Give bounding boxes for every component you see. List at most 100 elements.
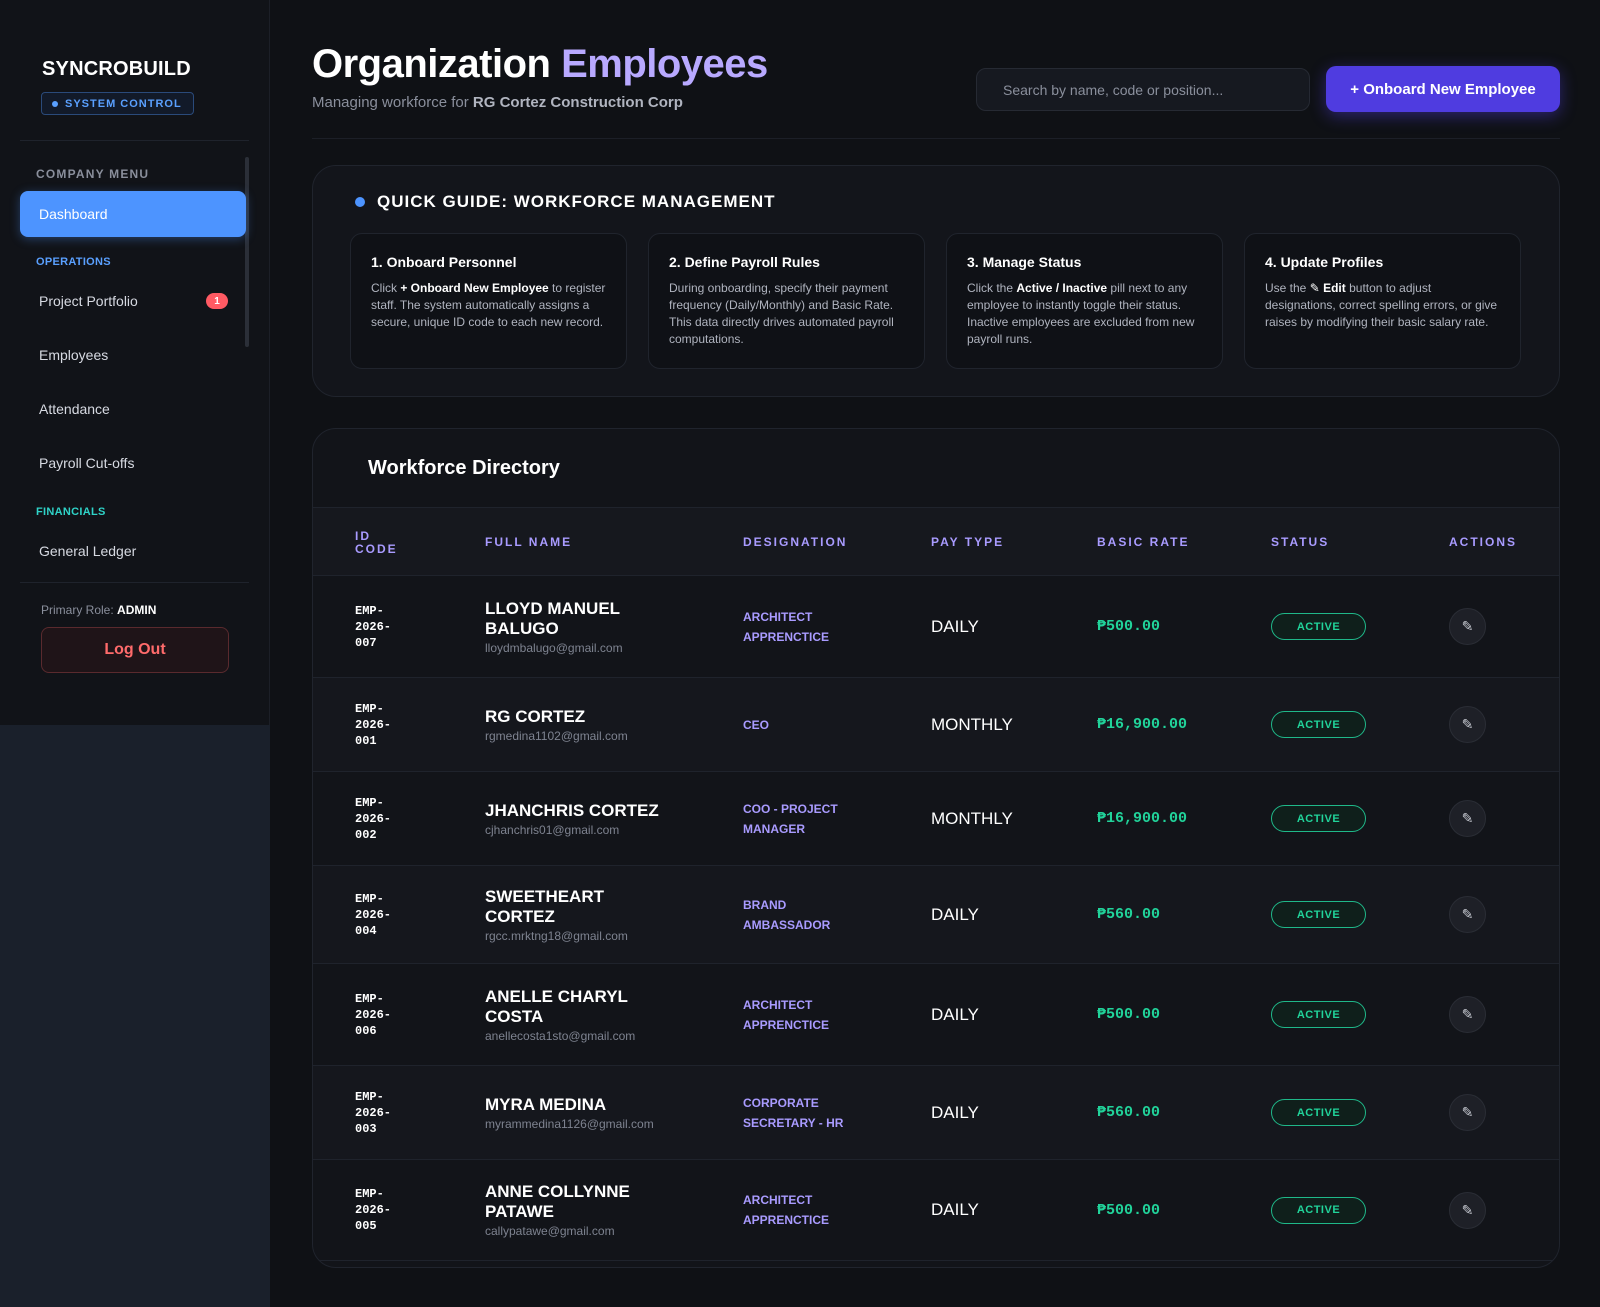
basic-rate-cell: ₱16,900.00 [1097, 716, 1188, 733]
guide-card-onboard: 1. Onboard Personnel Click + Onboard New… [350, 233, 627, 369]
id-code-line: EMP- [355, 1187, 384, 1201]
employee-name-line: LLOYD MANUEL [485, 598, 621, 618]
employee-name-line: ANELLE CHARYL [485, 986, 628, 1006]
edit-button[interactable]: ✎ [1449, 1191, 1486, 1229]
pay-type-cell: DAILY [931, 1200, 979, 1219]
table-row: EMP- 2026- 004 SWEETHEART CORTEZ rgcc.mrktn… [313, 866, 1559, 964]
edit-button[interactable]: ✎ [1449, 996, 1486, 1033]
search-input[interactable] [976, 68, 1310, 111]
id-code-line: EMP- [355, 701, 384, 716]
table-row: EMP- 2026- 007 LLOYD MANUEL BALUGO lloydmba… [313, 576, 1559, 678]
section-label-operations: OPERATIONS [36, 256, 111, 268]
sidebar-item-label: Employees [39, 347, 109, 363]
designation-cell: CEO [743, 678, 873, 771]
guide-card-payroll: 2. Define Payroll Rules During onboardin… [648, 233, 925, 369]
basic-rate-cell: ₱500.00 [1097, 1006, 1161, 1023]
employee-name-line: COSTA [485, 1006, 544, 1026]
column-header-basic-rate: BASIC RATE [1097, 535, 1190, 549]
id-code-cell: EMP- 2026- 006 [355, 964, 445, 1065]
employee-name-line: JHANCHRIS CORTEZ [485, 800, 659, 820]
guide-card-text: Click + Onboard New Employee to register… [371, 280, 606, 331]
actions-cell: ✎ [1449, 772, 1489, 865]
guide-text-bold: + Onboard New Employee [400, 281, 549, 295]
edit-button[interactable]: ✎ [1449, 608, 1486, 645]
table-header: ID CODE FULL NAME DESIGNATION PAY TYPE B… [313, 507, 1559, 576]
employee-name: RG CORTEZ [485, 707, 695, 727]
status-toggle-pill[interactable]: ACTIVE [1271, 1099, 1366, 1126]
logout-button[interactable]: Log Out [41, 627, 229, 673]
guide-text-bold: ✎ Edit [1309, 281, 1346, 295]
edit-button[interactable]: ✎ [1449, 800, 1486, 837]
basic-rate-cell: ₱560.00 [1097, 906, 1161, 923]
section-label-financials: FINANCIALS [36, 506, 106, 518]
designation-line: AMBASSADOR [743, 917, 831, 932]
notification-badge: 1 [206, 293, 228, 309]
sidebar-item-attendance[interactable]: Attendance [20, 386, 246, 432]
sidebar-lower-area [0, 725, 270, 1307]
status-cell: ACTIVE [1271, 964, 1371, 1065]
app-root: SYNCROBUILD SYSTEM CONTROL COMPANY MENU … [0, 0, 1600, 1307]
edit-button[interactable]: ✎ [1449, 896, 1486, 933]
edit-button[interactable]: ✎ [1449, 1094, 1486, 1131]
sidebar-item-employees[interactable]: Employees [20, 332, 246, 378]
name-cell: MYRA MEDINA myrammedina1126@gmail.com [485, 1066, 695, 1159]
employee-email: myrammedina1126@gmail.com [485, 1116, 654, 1131]
sidebar-item-general-ledger[interactable]: General Ledger [20, 528, 246, 574]
id-code-line: 006 [355, 1023, 377, 1038]
id-code-line: EMP- [355, 991, 384, 1006]
employee-name: SWEETHEART CORTEZ [485, 887, 695, 927]
status-toggle-pill[interactable]: ACTIVE [1271, 901, 1366, 928]
employee-name: JHANCHRIS CORTEZ [485, 801, 695, 821]
status-toggle-pill[interactable]: ACTIVE [1271, 1196, 1366, 1224]
pencil-icon: ✎ [1461, 618, 1474, 634]
employee-email: cjhanchris01@gmail.com [485, 822, 620, 837]
guide-text-bold: Active / Inactive [1016, 281, 1108, 295]
column-header-designation: DESIGNATION [743, 535, 848, 549]
onboard-employee-button[interactable]: + Onboard New Employee [1326, 66, 1560, 112]
company-menu-title: COMPANY MENU [36, 167, 150, 181]
employee-email: callypatawe@gmail.com [485, 1224, 615, 1238]
column-header-pay-type: PAY TYPE [931, 535, 1005, 549]
edit-button[interactable]: ✎ [1449, 706, 1486, 743]
guide-text: Click the [967, 281, 1017, 295]
employee-email: rgcc.mrktng18@gmail.com [485, 928, 628, 943]
employee-email: lloydmbalugo@gmail.com [485, 640, 623, 655]
guide-card-status: 3. Manage Status Click the Active / Inac… [946, 233, 1223, 369]
designation-line: ARCHITECT [743, 1193, 813, 1207]
sidebar-item-payroll-cutoffs[interactable]: Payroll Cut-offs [20, 440, 246, 486]
column-header-name: FULL NAME [485, 535, 573, 549]
status-toggle-pill[interactable]: ACTIVE [1271, 613, 1366, 640]
status-cell: ACTIVE [1271, 576, 1371, 677]
id-code-line: 005 [355, 1219, 377, 1233]
employee-name-line: BALUGO [485, 618, 559, 638]
pencil-icon: ✎ [1461, 906, 1474, 922]
actions-cell: ✎ [1449, 1160, 1489, 1260]
table-row: EMP- 2026- 001 RG CORTEZ rgmedina1102@gmai… [313, 678, 1559, 772]
status-toggle-pill[interactable]: ACTIVE [1271, 711, 1366, 738]
role-value: ADMIN [117, 603, 157, 617]
pay-type-cell: DAILY [931, 904, 979, 924]
sidebar-item-dashboard[interactable]: Dashboard [20, 191, 246, 237]
employee-name: LLOYD MANUEL BALUGO [485, 599, 695, 639]
status-cell: ACTIVE [1271, 1160, 1371, 1260]
sidebar-item-label: Project Portfolio [39, 293, 138, 309]
sidebar-divider [20, 140, 249, 141]
pencil-icon: ✎ [1461, 716, 1474, 732]
sidebar-item-project-portfolio[interactable]: Project Portfolio 1 [20, 278, 246, 324]
designation-cell: BRAND AMBASSADOR [743, 866, 873, 963]
sidebar: SYNCROBUILD SYSTEM CONTROL COMPANY MENU … [0, 0, 270, 725]
name-cell: SWEETHEART CORTEZ rgcc.mrktng18@gmail.com [485, 866, 695, 963]
basic-rate-cell: ₱16,900.00 [1097, 810, 1188, 827]
status-toggle-pill[interactable]: ACTIVE [1271, 1001, 1366, 1028]
designation-cell: ARCHITECT APPRENCTICE [743, 964, 873, 1065]
id-code-line: 2026- [355, 1105, 392, 1120]
dot-icon [52, 100, 58, 107]
designation-line: CORPORATE [743, 1095, 819, 1110]
id-code-line: 2026- [355, 811, 392, 826]
sidebar-item-label: Payroll Cut-offs [39, 455, 135, 471]
id-code-line: 2026- [355, 1203, 392, 1217]
designation-cell: ARCHITECT APPRENCTICE [743, 576, 873, 677]
status-toggle-pill[interactable]: ACTIVE [1271, 805, 1366, 832]
status-cell: ACTIVE [1271, 772, 1371, 865]
name-cell: JHANCHRIS CORTEZ cjhanchris01@gmail.com [485, 772, 695, 865]
